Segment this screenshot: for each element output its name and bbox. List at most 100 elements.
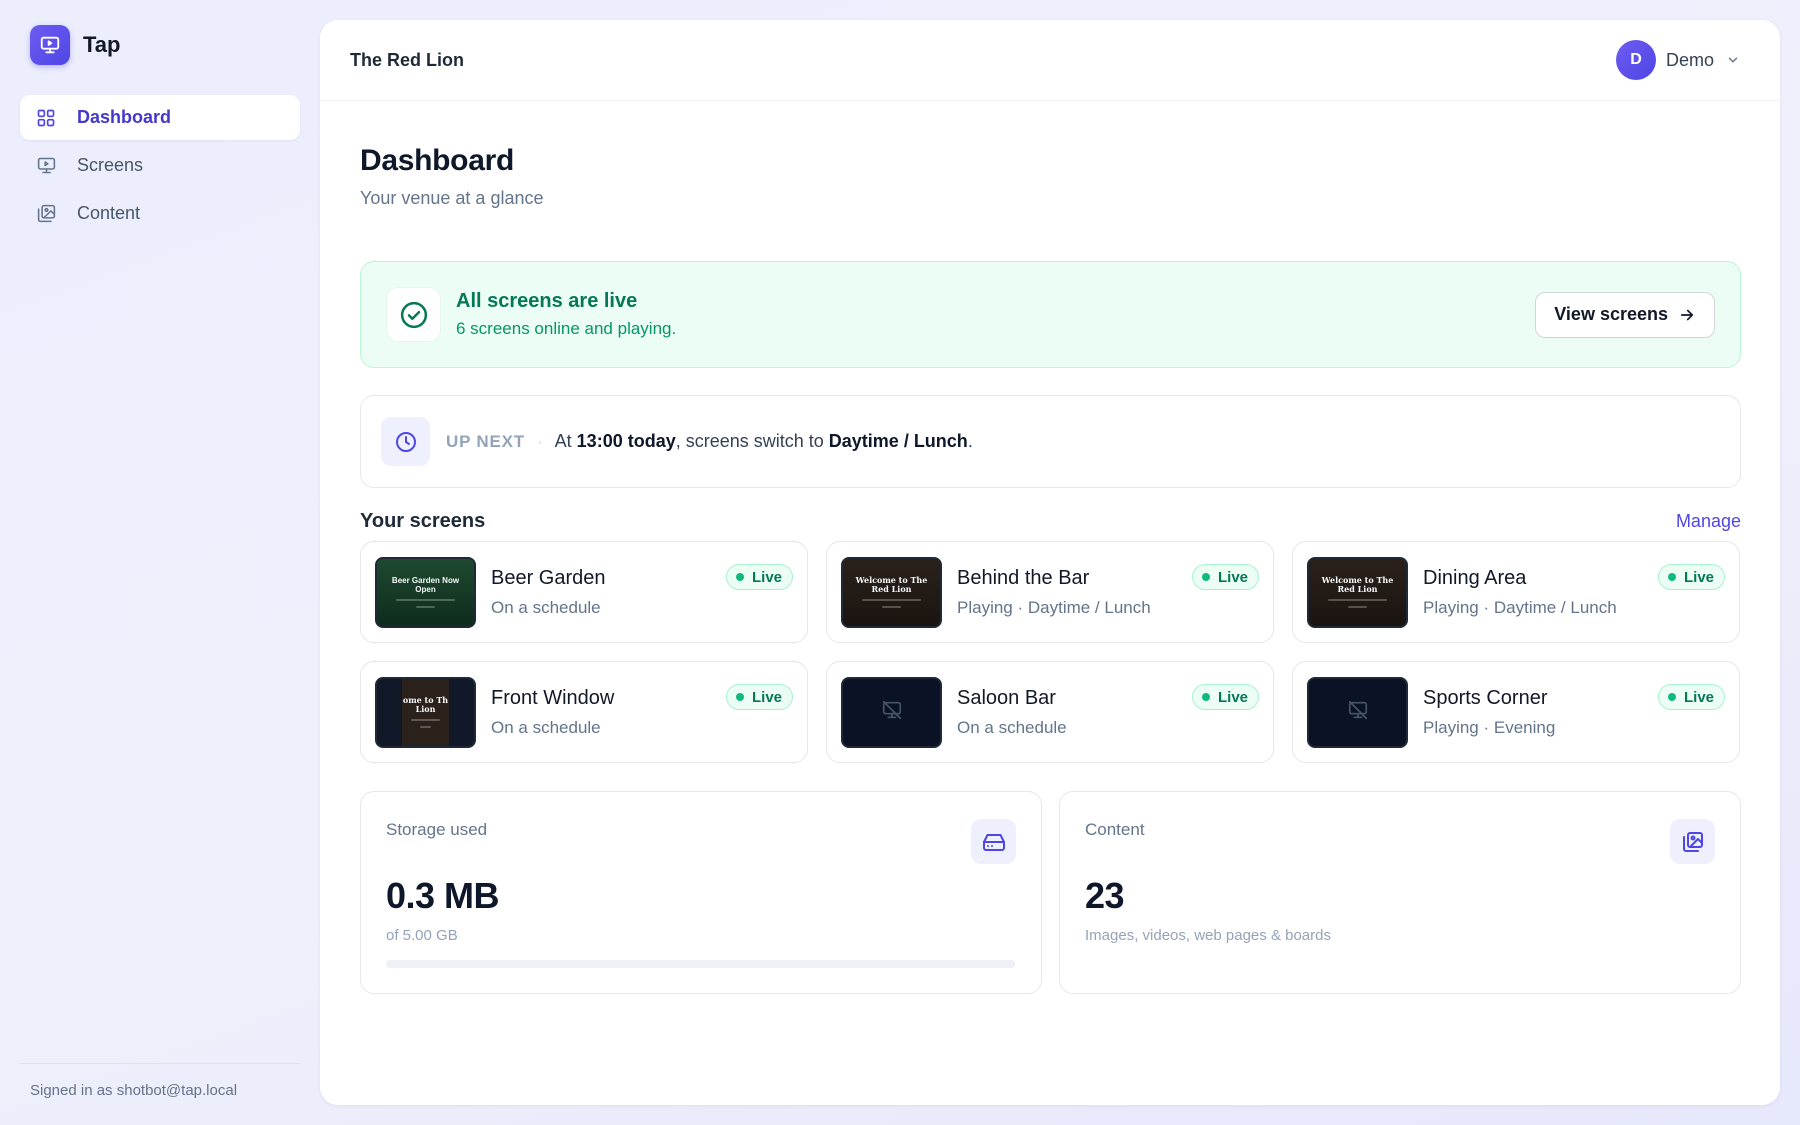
storage-value: 0.3 MB [386,875,500,916]
grid-icon [35,107,57,129]
up-next-time: 13:00 today [576,431,676,451]
screen-name: Front Window [491,686,615,709]
live-dot-icon [1667,573,1676,581]
live-dot-icon [1667,693,1676,701]
live-dot-icon [735,693,744,701]
check-circle-icon [386,287,441,342]
screen-status: On a schedule [957,717,1067,737]
manage-link[interactable]: Manage [1676,511,1741,532]
sidebar-item-label: Dashboard [77,107,172,127]
live-dot-icon [1201,573,1210,581]
thumbnail-line [1347,606,1368,608]
live-dot-icon [735,573,744,581]
screen-info: Saloon Bar On a schedule [957,687,1067,738]
sidebar-item-label: Screens [77,155,144,175]
screen-card-sports-corner[interactable]: Sports Corner Playing · Evening Live [1292,661,1740,763]
sidebar-item-content[interactable]: Content [20,191,300,236]
hard-drive-icon [971,819,1016,864]
monitor-icon [35,155,57,177]
thumbnail-line [881,606,902,608]
brand[interactable]: Tap [30,25,120,65]
screen-name: Dining Area [1423,566,1527,589]
screen-thumbnail [841,676,942,748]
content-value: 23 [1085,875,1125,916]
clock-icon [381,417,430,466]
chevron-down-icon [1726,53,1740,67]
up-next-schedule: Daytime / Lunch [828,431,968,451]
sidebar: Tap Dashboard Screens Content Signed in … [0,0,320,1125]
banner-title: All screens are live [456,290,638,312]
thumbnail-line [862,599,921,601]
arrow-right-icon [1678,306,1696,324]
screen-name: Saloon Bar [957,686,1056,709]
banner-subtitle: 6 screens online and playing. [456,319,677,338]
sidebar-item-screens[interactable]: Screens [20,143,300,188]
screen-card-saloon-bar[interactable]: Saloon Bar On a schedule Live [826,661,1274,763]
badge-label: Live [751,688,782,706]
storage-progress-bar [386,960,1015,968]
screen-info: Beer Garden On a schedule [491,567,606,618]
screen-card-beer-garden[interactable]: Beer Garden Now Open Beer Garden On a sc… [360,541,808,643]
up-next-message: At 13:00 today, screens switch to Daytim… [555,431,973,452]
thumbnail-text: Beer Garden Now Open [391,576,460,594]
sidebar-nav: Dashboard Screens Content [20,95,300,239]
up-next-separator: · [536,431,543,451]
storage-label: Storage used [386,820,488,839]
screen-name: Beer Garden [491,566,606,589]
thumbnail-text: ome to Th Lion [402,695,449,714]
monitor-off-icon [1347,699,1369,726]
main-panel: The Red Lion D Demo Dashboard Your venue… [320,20,1780,1105]
thumbnail-line [396,599,455,601]
up-next-label: UP NEXT [446,431,525,451]
user-name: Demo [1665,49,1714,70]
screen-info: Behind the Bar Playing · Daytime / Lunch [957,567,1151,618]
screens-section-header: Your screens Manage [360,501,1741,541]
badge-label: Live [751,568,782,586]
view-screens-button[interactable]: View screens [1535,291,1715,338]
thumbnail-line [410,719,441,721]
thumbnail-text: Welcome to The Red Lion [855,575,928,594]
content-card: Content 23 Images, videos, web pages & b… [1059,791,1741,994]
content-label: Content [1085,820,1145,839]
screen-status: Playing · Daytime / Lunch [957,597,1151,617]
badge-label: Live [1217,688,1248,706]
screen-thumbnail: Beer Garden Now Open [375,556,476,628]
screen-status: Playing · Daytime / Lunch [1423,597,1617,617]
monitor-play-icon [30,25,70,65]
screen-info: Sports Corner Playing · Evening [1423,687,1555,738]
user-menu[interactable]: D Demo [1615,40,1740,80]
storage-capacity: of 5.00 GB [386,927,458,944]
screen-thumbnail: Welcome to The Red Lion [1307,556,1408,628]
live-dot-icon [1201,693,1210,701]
status-badge: Live [1657,684,1725,710]
screen-status: On a schedule [491,717,601,737]
app-name: Tap [83,32,121,57]
images-icon [35,203,57,225]
screen-info: Dining Area Playing · Daytime / Lunch [1423,567,1617,618]
images-icon [1670,819,1715,864]
screen-thumbnail [1307,676,1408,748]
thumbnail-line [419,726,432,728]
sidebar-item-dashboard[interactable]: Dashboard [20,95,300,140]
screen-name: Behind the Bar [957,566,1090,589]
thumbnail-text: Welcome to The Red Lion [1321,575,1394,594]
thumbnail-line [1328,599,1387,601]
screens-grid: Beer Garden Now Open Beer Garden On a sc… [360,541,1741,763]
screen-card-front-window[interactable]: ome to Th Lion Front Window On a schedul… [360,661,808,763]
status-badge: Live [1191,684,1259,710]
status-badge: Live [725,684,793,710]
up-next-card: UP NEXT · At 13:00 today, screens switch… [360,395,1741,488]
all-live-banner: All screens are live 6 screens online an… [360,261,1741,368]
content-description: Images, videos, web pages & boards [1085,927,1331,944]
screen-card-behind-the-bar[interactable]: Welcome to The Red Lion Behind the Bar P… [826,541,1274,643]
storage-card: Storage used 0.3 MB of 5.00 GB [360,791,1042,994]
up-next-suffix: . [967,431,973,451]
badge-label: Live [1683,688,1714,706]
thumbnail-line [415,606,436,608]
topbar: The Red Lion D Demo [320,20,1780,101]
view-screens-label: View screens [1554,304,1668,324]
screen-name: Sports Corner [1423,686,1548,709]
screen-card-dining-area[interactable]: Welcome to The Red Lion Dining Area Play… [1292,541,1740,643]
badge-label: Live [1683,568,1714,586]
monitor-off-icon [881,699,903,726]
